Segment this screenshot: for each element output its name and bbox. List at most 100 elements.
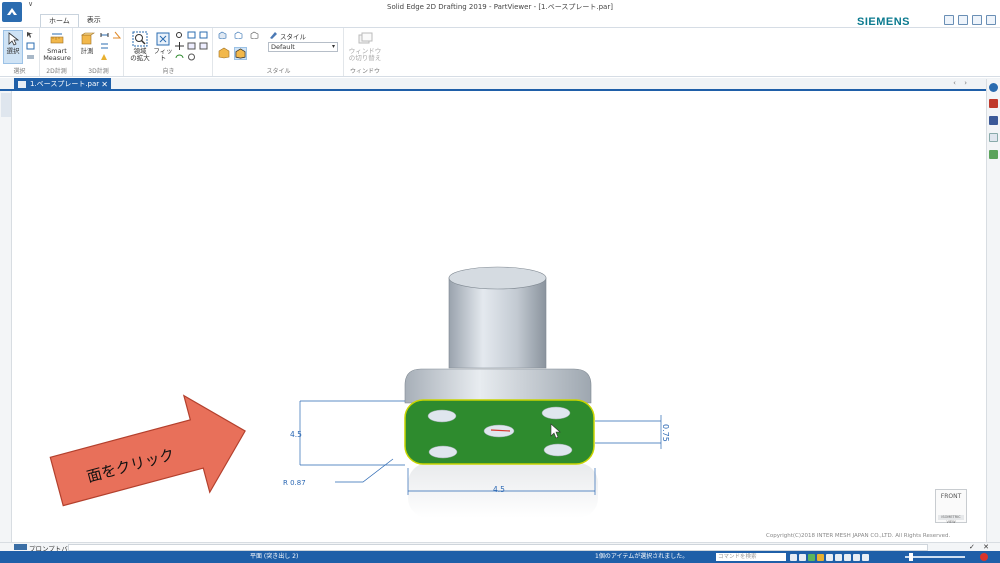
zoom-area-icon xyxy=(132,31,148,47)
measure-properties-icon[interactable] xyxy=(100,53,109,61)
prompt-bar-icon xyxy=(14,544,27,550)
minimize-icon[interactable] xyxy=(958,15,968,25)
copyright-text: Copyright(C)2018 INTER MESH JAPAN CO.,LT… xyxy=(766,533,951,539)
select-options-icon[interactable] xyxy=(26,53,35,61)
group-style: スタイル Default スタイル xyxy=(214,28,344,76)
spin-icon[interactable] xyxy=(187,53,196,61)
zoom-out-icon[interactable] xyxy=(862,553,869,561)
left-panel-strip xyxy=(0,91,12,544)
graphics-viewport[interactable]: 4.5 4.5 0.75 R 0.87 面をクリック Copyright(C)2… xyxy=(13,93,985,543)
zoom-slider[interactable] xyxy=(905,553,965,561)
measure-distance-icon[interactable] xyxy=(100,31,109,39)
document-tab[interactable]: 1.ベースプレート.par ✕ xyxy=(14,78,111,91)
fit-button[interactable]: フィット xyxy=(153,31,173,62)
restore-icon[interactable] xyxy=(972,15,982,25)
bolt-hole xyxy=(541,406,571,420)
command-search-input[interactable]: コマンドを検索 xyxy=(716,553,786,561)
prompt-field[interactable] xyxy=(68,544,928,551)
prompt-bar-tools[interactable]: ✓ ✕ xyxy=(969,543,992,551)
style-icon xyxy=(270,32,277,39)
layer-panel-tab[interactable] xyxy=(1,93,11,117)
zoom-icon[interactable] xyxy=(175,31,184,39)
zoom-slider-knob[interactable] xyxy=(909,553,913,561)
properties-icon[interactable] xyxy=(989,133,998,142)
measure-angle-icon[interactable] xyxy=(112,31,121,39)
status-indicator-icon xyxy=(980,553,988,561)
ribbon: 選択 選択 Smart Measure 2D計測 計測 3D計測 領域 の拡大 xyxy=(0,27,1000,77)
group-select-label: 選択 xyxy=(13,68,26,75)
view-top-icon[interactable] xyxy=(199,42,208,50)
measure-3d-icon xyxy=(81,32,95,45)
rotate-icon[interactable] xyxy=(175,53,184,61)
help-icon[interactable] xyxy=(989,83,998,92)
group-orient: 領域 の拡大 フィット 向き xyxy=(125,28,213,76)
smart-measure-button[interactable]: Smart Measure xyxy=(43,31,71,62)
bolt-hole xyxy=(427,409,457,423)
bolt-hole xyxy=(428,445,458,459)
view-cube-sub: ISOMETRIC VIEW xyxy=(938,515,964,524)
dimension-radius-label[interactable]: R 0.87 xyxy=(283,479,306,487)
cylinder-top xyxy=(448,266,547,290)
close-window-icon[interactable] xyxy=(986,15,996,25)
measure-minimum-icon[interactable] xyxy=(100,42,109,50)
views-status-icon[interactable] xyxy=(853,553,860,561)
display-icon[interactable] xyxy=(817,553,824,561)
select-mode-icon[interactable] xyxy=(26,42,35,50)
group-3d-measure-label: 3D計測 xyxy=(88,68,109,75)
group-3d-measure: 計測 3D計測 xyxy=(74,28,124,76)
group-select: 選択 選択 xyxy=(0,28,40,76)
style-label: スタイル xyxy=(280,33,306,41)
close-document-icon[interactable]: ✕ xyxy=(101,78,108,91)
group-style-label: スタイル xyxy=(266,68,291,75)
switch-window-icon xyxy=(358,32,373,44)
bolt-hole xyxy=(543,443,573,457)
model-view: 4.5 4.5 0.75 R 0.87 面をクリック xyxy=(49,266,670,518)
view-dimetric-icon[interactable] xyxy=(199,31,208,39)
wireframe-view-icon[interactable] xyxy=(234,31,243,39)
select-button[interactable]: 選択 xyxy=(3,30,23,64)
tab-view[interactable]: 表示 xyxy=(79,14,109,27)
area-zoom-button[interactable]: 領域 の拡大 xyxy=(128,31,152,62)
smart-measure-icon xyxy=(50,33,64,44)
youtube-icon[interactable] xyxy=(989,99,998,108)
dimension-width-label[interactable]: 4.5 xyxy=(493,485,505,494)
document-nav-arrows[interactable]: ‹ › xyxy=(953,79,970,87)
dimension-thickness-label[interactable]: 0.75 xyxy=(661,424,670,442)
shaded-view-icon[interactable] xyxy=(218,31,227,39)
shaded-edges-cube-icon[interactable] xyxy=(234,47,247,60)
base-block xyxy=(404,368,592,404)
group-2d-measure-label: 2D計測 xyxy=(46,68,67,75)
status-selection-type: 平面 (突き出し 2) xyxy=(250,553,299,560)
measure-button[interactable]: 計測 xyxy=(78,31,96,55)
view-cube[interactable]: FRONT ISOMETRIC VIEW xyxy=(935,489,967,524)
view-style-icon[interactable] xyxy=(808,553,815,561)
view-iso-icon[interactable] xyxy=(187,31,196,39)
tab-home[interactable]: ホーム xyxy=(40,14,79,27)
dimension-height-label[interactable]: 4.5 xyxy=(290,430,302,439)
right-panel-strip xyxy=(986,79,1000,544)
document-tab-label: 1.ベースプレート.par xyxy=(30,80,100,88)
title-bar: ∨ Solid Edge 2D Drafting 2019 - PartView… xyxy=(0,0,1000,22)
style-select[interactable]: Default xyxy=(268,42,338,52)
share-icon[interactable] xyxy=(790,553,797,561)
view-front-icon[interactable] xyxy=(187,42,196,50)
window-controls xyxy=(944,15,996,25)
document-tab-bar: 1.ベースプレート.par ✕ ‹ › xyxy=(0,78,1000,91)
group-2d-measure: Smart Measure 2D計測 xyxy=(41,28,73,76)
status-message: 1個のアイテムが選択されました。 xyxy=(595,553,689,560)
ribbon-tabs: ホーム 表示 xyxy=(40,14,109,27)
settings-icon[interactable] xyxy=(944,15,954,25)
view-cube-label: FRONT xyxy=(940,493,962,500)
select-filter-icon[interactable] xyxy=(26,31,35,39)
zoom-area-status-icon[interactable] xyxy=(826,553,833,561)
shaded-cube-icon[interactable] xyxy=(218,47,230,59)
rotate-status-icon[interactable] xyxy=(844,553,851,561)
facebook-icon[interactable] xyxy=(989,116,998,125)
pan-icon[interactable] xyxy=(175,42,184,50)
switch-window-button[interactable]: ウィンドウ の切り替え xyxy=(347,31,383,62)
hidden-edge-view-icon[interactable] xyxy=(250,31,259,39)
library-icon[interactable] xyxy=(989,150,998,159)
status-bar: 平面 (突き出し 2) 1個のアイテムが選択されました。 コマンドを検索 xyxy=(0,551,1000,563)
fit-status-icon[interactable] xyxy=(799,553,806,561)
pan-status-icon[interactable] xyxy=(835,553,842,561)
